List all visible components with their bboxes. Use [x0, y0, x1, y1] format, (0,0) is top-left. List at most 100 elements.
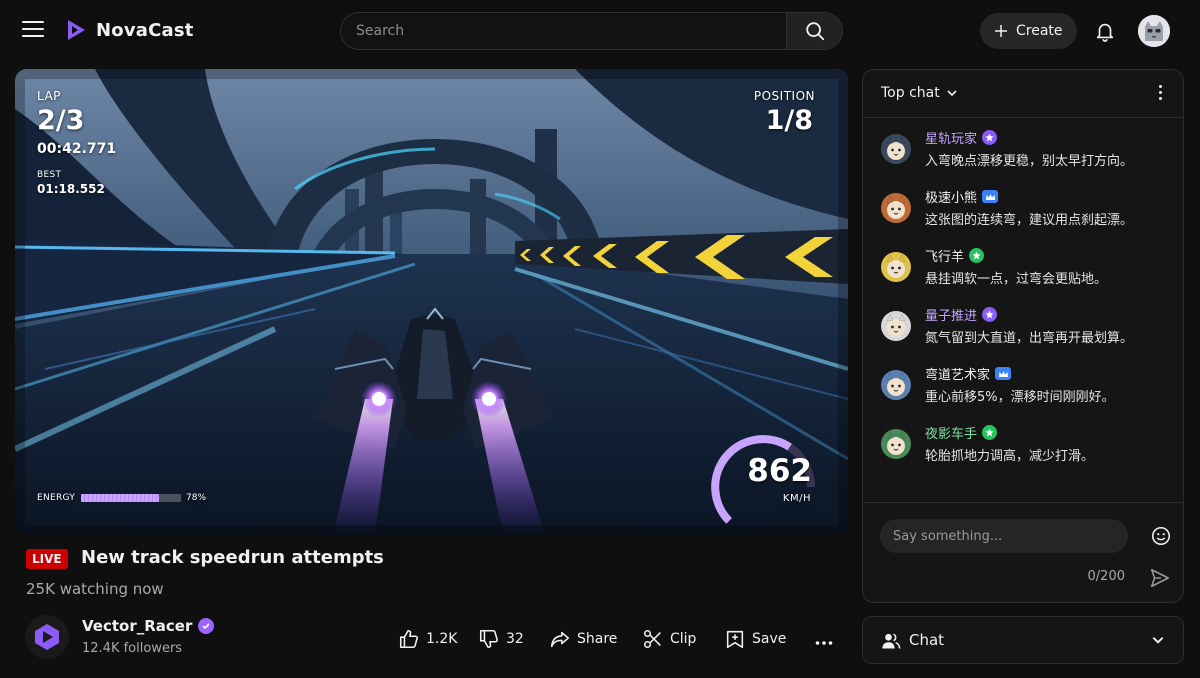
- verified-icon: [198, 618, 215, 634]
- chat-message-text: 悬挂调软一点，过弯会更贴地。: [925, 272, 1108, 287]
- chat-message-text: 氮气留到大直道，出弯再开最划算。: [925, 331, 1134, 346]
- chatter-name[interactable]: 弯道艺术家: [925, 364, 1012, 383]
- cat-avatar-icon: [1138, 15, 1170, 47]
- energy-bar-fill: [81, 494, 159, 502]
- chat-message: 弯道艺术家重心前移5%，漂移时间刚刚好。: [881, 364, 1176, 414]
- channel-name[interactable]: Vector_Racer: [82, 617, 215, 635]
- energy-percent: 78%: [186, 493, 207, 503]
- play-logo-icon: [68, 20, 85, 40]
- dislike-button[interactable]: 32: [478, 628, 524, 650]
- top-bar: NovaCast Create: [0, 0, 1200, 62]
- chevron-down-icon: [1152, 637, 1164, 644]
- app-logo[interactable]: NovaCast: [64, 18, 194, 42]
- chatter-name[interactable]: 飞行羊: [925, 246, 985, 265]
- more-horizontal-icon: [815, 641, 833, 645]
- chat-mode-selector[interactable]: Top chat: [881, 85, 958, 101]
- member-star-icon: [982, 130, 998, 145]
- chat-message-text: 轮胎抓地力调高，减少打滑。: [925, 449, 1095, 464]
- save-button[interactable]: Save: [724, 628, 786, 650]
- live-chat-panel: Top chat 星轨玩家入弯晚点漂移更稳，别太早打方向。极速小熊这张图的连续弯…: [862, 69, 1184, 603]
- position-value: 1/8: [765, 105, 813, 136]
- users-icon: [882, 633, 901, 649]
- chat-message-text: 这张图的连续弯，建议用点刹起漂。: [925, 213, 1134, 228]
- viewer-count: 25K watching now: [26, 580, 164, 598]
- chatter-avatar[interactable]: [881, 429, 911, 459]
- chat-input[interactable]: [880, 519, 1128, 553]
- chat-message: 极速小熊这张图的连续弯，建议用点刹起漂。: [881, 187, 1176, 237]
- chatter-avatar[interactable]: [881, 193, 911, 223]
- chatter-name[interactable]: 极速小熊: [925, 187, 999, 206]
- lap-value: 2/3: [37, 105, 85, 136]
- animal-avatar-icon: [881, 311, 911, 341]
- more-actions-button[interactable]: [815, 630, 833, 651]
- search-bar: [340, 12, 843, 50]
- chatter-avatar[interactable]: [881, 370, 911, 400]
- search-button[interactable]: [786, 13, 842, 49]
- best-label: BEST: [37, 170, 62, 180]
- live-badge: LIVE: [26, 549, 68, 569]
- follower-count: 12.4K followers: [82, 641, 183, 656]
- chat-composer: 0/200: [863, 502, 1183, 602]
- share-label: Share: [577, 631, 618, 647]
- video-player[interactable]: LAP 2/3 00:42.771 BEST 01:18.552 POSITIO…: [15, 69, 848, 535]
- save-icon: [726, 630, 744, 649]
- send-icon[interactable]: [1149, 567, 1171, 589]
- dislike-count: 32: [506, 631, 524, 647]
- chatter-name[interactable]: 夜影车手: [925, 423, 998, 442]
- like-button[interactable]: 1.2K: [398, 628, 457, 650]
- lap-label: LAP: [37, 89, 61, 103]
- chat-message: 飞行羊悬挂调软一点，过弯会更贴地。: [881, 246, 1176, 296]
- channel-logo-icon: [35, 624, 59, 650]
- save-label: Save: [752, 631, 787, 647]
- share-button[interactable]: Share: [549, 628, 617, 650]
- chatter-avatar[interactable]: [881, 252, 911, 282]
- chat-message-text: 重心前移5%，漂移时间刚刚好。: [925, 390, 1115, 405]
- clip-button[interactable]: Clip: [642, 628, 696, 650]
- chatter-avatar[interactable]: [881, 134, 911, 164]
- user-avatar[interactable]: [1138, 15, 1170, 47]
- lap-time: 00:42.771: [37, 141, 117, 157]
- chatter-name[interactable]: 量子推进: [925, 305, 998, 324]
- energy-label: ENERGY: [37, 493, 76, 503]
- search-input[interactable]: [341, 13, 786, 49]
- thumbs-up-icon: [399, 629, 418, 649]
- speed-unit: KM/H: [782, 493, 811, 504]
- chevron-down-icon: [947, 90, 957, 97]
- animal-avatar-icon: [881, 193, 911, 223]
- clip-label: Clip: [670, 631, 697, 647]
- chat-header: Top chat: [863, 70, 1183, 118]
- position-label: POSITION: [753, 89, 815, 103]
- chatter-avatar[interactable]: [881, 311, 911, 341]
- subscriber-crown-icon: [995, 367, 1012, 380]
- subscriber-crown-icon: [982, 190, 999, 203]
- app-name: NovaCast: [96, 19, 194, 41]
- menu-button[interactable]: [22, 21, 44, 41]
- create-label: Create: [1016, 23, 1063, 39]
- scissors-icon: [643, 629, 661, 649]
- stream-title: New track speedrun attempts: [81, 547, 384, 568]
- share-icon: [550, 631, 570, 648]
- thumbs-down-icon: [479, 629, 498, 649]
- plus-icon: [995, 25, 1007, 37]
- animal-avatar-icon: [881, 134, 911, 164]
- member-star-icon: [982, 425, 998, 440]
- search-icon: [805, 22, 824, 41]
- chat-toggle-button[interactable]: Chat: [862, 616, 1184, 664]
- chat-message: 夜影车手轮胎抓地力调高，减少打滑。: [881, 423, 1176, 473]
- chatter-name[interactable]: 星轨玩家: [925, 128, 998, 147]
- channel-name-text: Vector_Racer: [82, 617, 193, 635]
- channel-avatar[interactable]: [25, 615, 69, 659]
- hamburger-icon: [22, 21, 44, 23]
- like-count: 1.2K: [426, 631, 458, 647]
- chat-title: Top chat: [881, 85, 940, 101]
- emoji-icon[interactable]: [1150, 525, 1172, 547]
- chat-message: 星轨玩家入弯晚点漂移更稳，别太早打方向。: [881, 128, 1176, 178]
- bell-icon[interactable]: [1094, 20, 1116, 42]
- chat-menu-button[interactable]: [1159, 85, 1163, 103]
- chat-message: 量子推进氮气留到大直道，出弯再开最划算。: [881, 305, 1176, 355]
- chat-message-text: 入弯晚点漂移更稳，别太早打方向。: [925, 154, 1134, 169]
- char-counter: 0/200: [1087, 569, 1125, 584]
- animal-avatar-icon: [881, 429, 911, 459]
- create-button[interactable]: Create: [980, 13, 1077, 49]
- member-star-icon: [969, 248, 985, 263]
